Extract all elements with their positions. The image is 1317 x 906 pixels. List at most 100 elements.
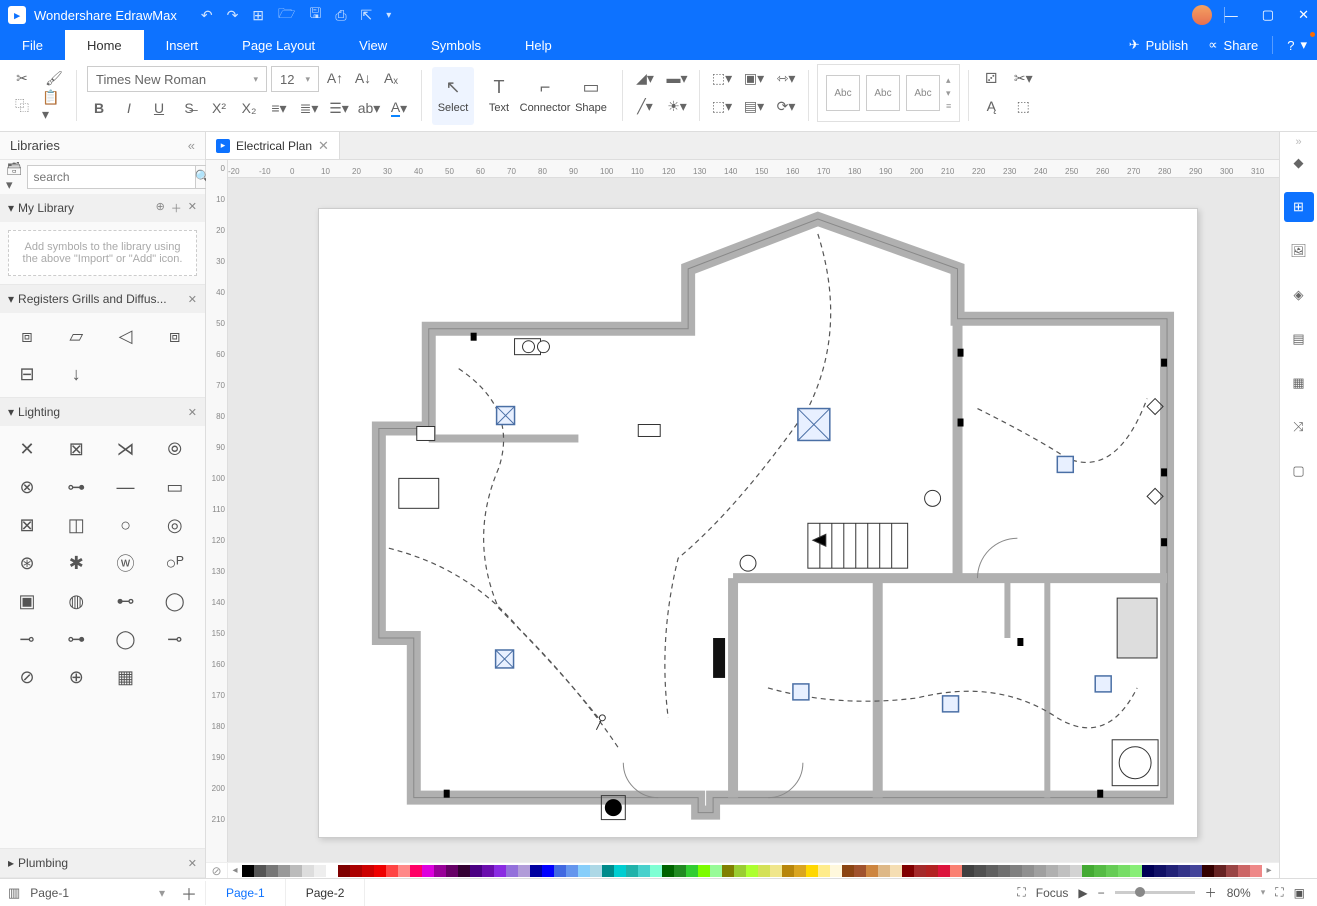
- symbol-light-10[interactable]: ◫: [57, 510, 95, 540]
- color-swatch[interactable]: [914, 865, 926, 877]
- underline-icon[interactable]: U: [147, 96, 171, 120]
- color-swatch[interactable]: [770, 865, 782, 877]
- collapse-panel-icon[interactable]: «: [188, 138, 195, 153]
- color-swatch[interactable]: [734, 865, 746, 877]
- present-icon[interactable]: ▢: [1284, 456, 1314, 486]
- font-color-icon[interactable]: A▾: [387, 96, 411, 120]
- color-swatch[interactable]: [998, 865, 1010, 877]
- symbol-light-9[interactable]: ⊠: [8, 510, 46, 540]
- color-swatch[interactable]: [314, 865, 326, 877]
- symbol-light-3[interactable]: ⋊: [107, 434, 145, 464]
- color-swatch[interactable]: [530, 865, 542, 877]
- color-swatch[interactable]: [902, 865, 914, 877]
- qat-dropdown-icon[interactable]: ▾: [386, 10, 391, 21]
- library-search-input[interactable]: [27, 165, 196, 189]
- add-page-icon[interactable]: ＋: [181, 881, 197, 905]
- symbol-light-14[interactable]: ✱: [57, 548, 95, 578]
- color-swatch[interactable]: [506, 865, 518, 877]
- crop-icon[interactable]: ✂▾: [1011, 66, 1035, 90]
- color-swatch[interactable]: [278, 865, 290, 877]
- zoom-in-icon[interactable]: ＋: [1205, 884, 1217, 901]
- color-swatch[interactable]: [794, 865, 806, 877]
- color-swatch[interactable]: [1154, 865, 1166, 877]
- close-tab-icon[interactable]: ✕: [318, 138, 329, 154]
- color-swatch[interactable]: [854, 865, 866, 877]
- cut-icon[interactable]: ✂: [10, 66, 34, 90]
- symbol-light-26[interactable]: ⊕: [57, 662, 95, 692]
- decrease-font-icon[interactable]: A↓: [351, 66, 375, 90]
- symbol-light-12[interactable]: ◎: [156, 510, 194, 540]
- color-swatch[interactable]: [962, 865, 974, 877]
- import-icon[interactable]: ⊕: [156, 200, 165, 216]
- color-swatch[interactable]: [746, 865, 758, 877]
- color-swatch[interactable]: [302, 865, 314, 877]
- data-icon[interactable]: ▦: [1284, 368, 1314, 398]
- text-tool[interactable]: TText: [478, 67, 520, 125]
- line-style-icon[interactable]: ▬▾: [665, 66, 689, 90]
- maximize-icon[interactable]: ▢: [1262, 7, 1274, 23]
- copy-icon[interactable]: ⿻: [10, 94, 34, 118]
- help-icon-button[interactable]: ?▾: [1277, 30, 1317, 60]
- color-swatch[interactable]: [1166, 865, 1178, 877]
- color-swatch[interactable]: [326, 865, 338, 877]
- share-button[interactable]: ∝Share: [1198, 30, 1268, 60]
- flip-h-icon[interactable]: ⇿▾: [774, 66, 798, 90]
- color-swatch[interactable]: [554, 865, 566, 877]
- image-icon[interactable]: 🖼: [1284, 236, 1314, 266]
- user-avatar[interactable]: [1192, 5, 1212, 25]
- symbol-light-2[interactable]: ⊠: [57, 434, 95, 464]
- color-swatch[interactable]: [578, 865, 590, 877]
- color-swatch[interactable]: [938, 865, 950, 877]
- fill-icon[interactable]: ◢▾: [633, 66, 657, 90]
- fit-page-icon[interactable]: ⛶: [1275, 885, 1283, 900]
- color-swatch[interactable]: [362, 865, 374, 877]
- color-swatch[interactable]: [974, 865, 986, 877]
- symbol-light-5[interactable]: ⊗: [8, 472, 46, 502]
- redo-icon[interactable]: ↷: [227, 7, 239, 24]
- color-swatch[interactable]: [662, 865, 674, 877]
- style-preset-1[interactable]: Abc: [826, 75, 860, 111]
- color-swatch[interactable]: [986, 865, 998, 877]
- symbol-light-17[interactable]: ▣: [8, 586, 46, 616]
- color-swatch[interactable]: [890, 865, 902, 877]
- color-swatch[interactable]: [1106, 865, 1118, 877]
- close-section-icon[interactable]: ✕: [188, 293, 197, 306]
- color-swatch[interactable]: [1118, 865, 1130, 877]
- color-swatch[interactable]: [494, 865, 506, 877]
- color-swatch[interactable]: [818, 865, 830, 877]
- color-swatch[interactable]: [926, 865, 938, 877]
- color-swatch[interactable]: [566, 865, 578, 877]
- color-swatch[interactable]: [518, 865, 530, 877]
- symbol-light-24[interactable]: ⊸: [156, 624, 194, 654]
- color-swatch[interactable]: [1238, 865, 1250, 877]
- bold-icon[interactable]: B: [87, 96, 111, 120]
- registers-title[interactable]: Registers Grills and Diffus...: [18, 292, 167, 306]
- color-swatch[interactable]: [698, 865, 710, 877]
- save-icon[interactable]: 🖫: [309, 3, 321, 27]
- lighting-title[interactable]: Lighting: [18, 405, 60, 419]
- line-spacing-icon[interactable]: ≣▾: [297, 96, 321, 120]
- style-up-icon[interactable]: ▴: [946, 75, 951, 86]
- color-swatch[interactable]: [602, 865, 614, 877]
- font-family-combo[interactable]: Times New Roman▾: [87, 66, 267, 92]
- export-icon[interactable]: ⇱: [361, 7, 373, 24]
- number-list-icon[interactable]: ☰▾: [327, 96, 351, 120]
- color-swatch[interactable]: [1130, 865, 1142, 877]
- increase-font-icon[interactable]: A↑: [323, 66, 347, 90]
- color-swatch[interactable]: [1010, 865, 1022, 877]
- color-swatch[interactable]: [290, 865, 302, 877]
- tab-page-layout[interactable]: Page Layout: [220, 30, 337, 60]
- page-tab-1[interactable]: Page-1: [206, 879, 286, 906]
- edit-size-icon[interactable]: ⬚: [1011, 94, 1035, 118]
- spell-check-icon[interactable]: Ą: [979, 94, 1003, 118]
- color-swatch[interactable]: [374, 865, 386, 877]
- color-swatch[interactable]: [1046, 865, 1058, 877]
- color-swatch[interactable]: [674, 865, 686, 877]
- symbol-light-18[interactable]: ◍: [57, 586, 95, 616]
- color-swatch[interactable]: [866, 865, 878, 877]
- symbol-register-5[interactable]: ⊟: [8, 359, 46, 389]
- grid-view-icon[interactable]: ⊞: [1284, 192, 1314, 222]
- color-swatch[interactable]: [434, 865, 446, 877]
- style-more-icon[interactable]: ≡: [946, 101, 951, 111]
- symbol-light-4[interactable]: ⦾: [156, 434, 194, 464]
